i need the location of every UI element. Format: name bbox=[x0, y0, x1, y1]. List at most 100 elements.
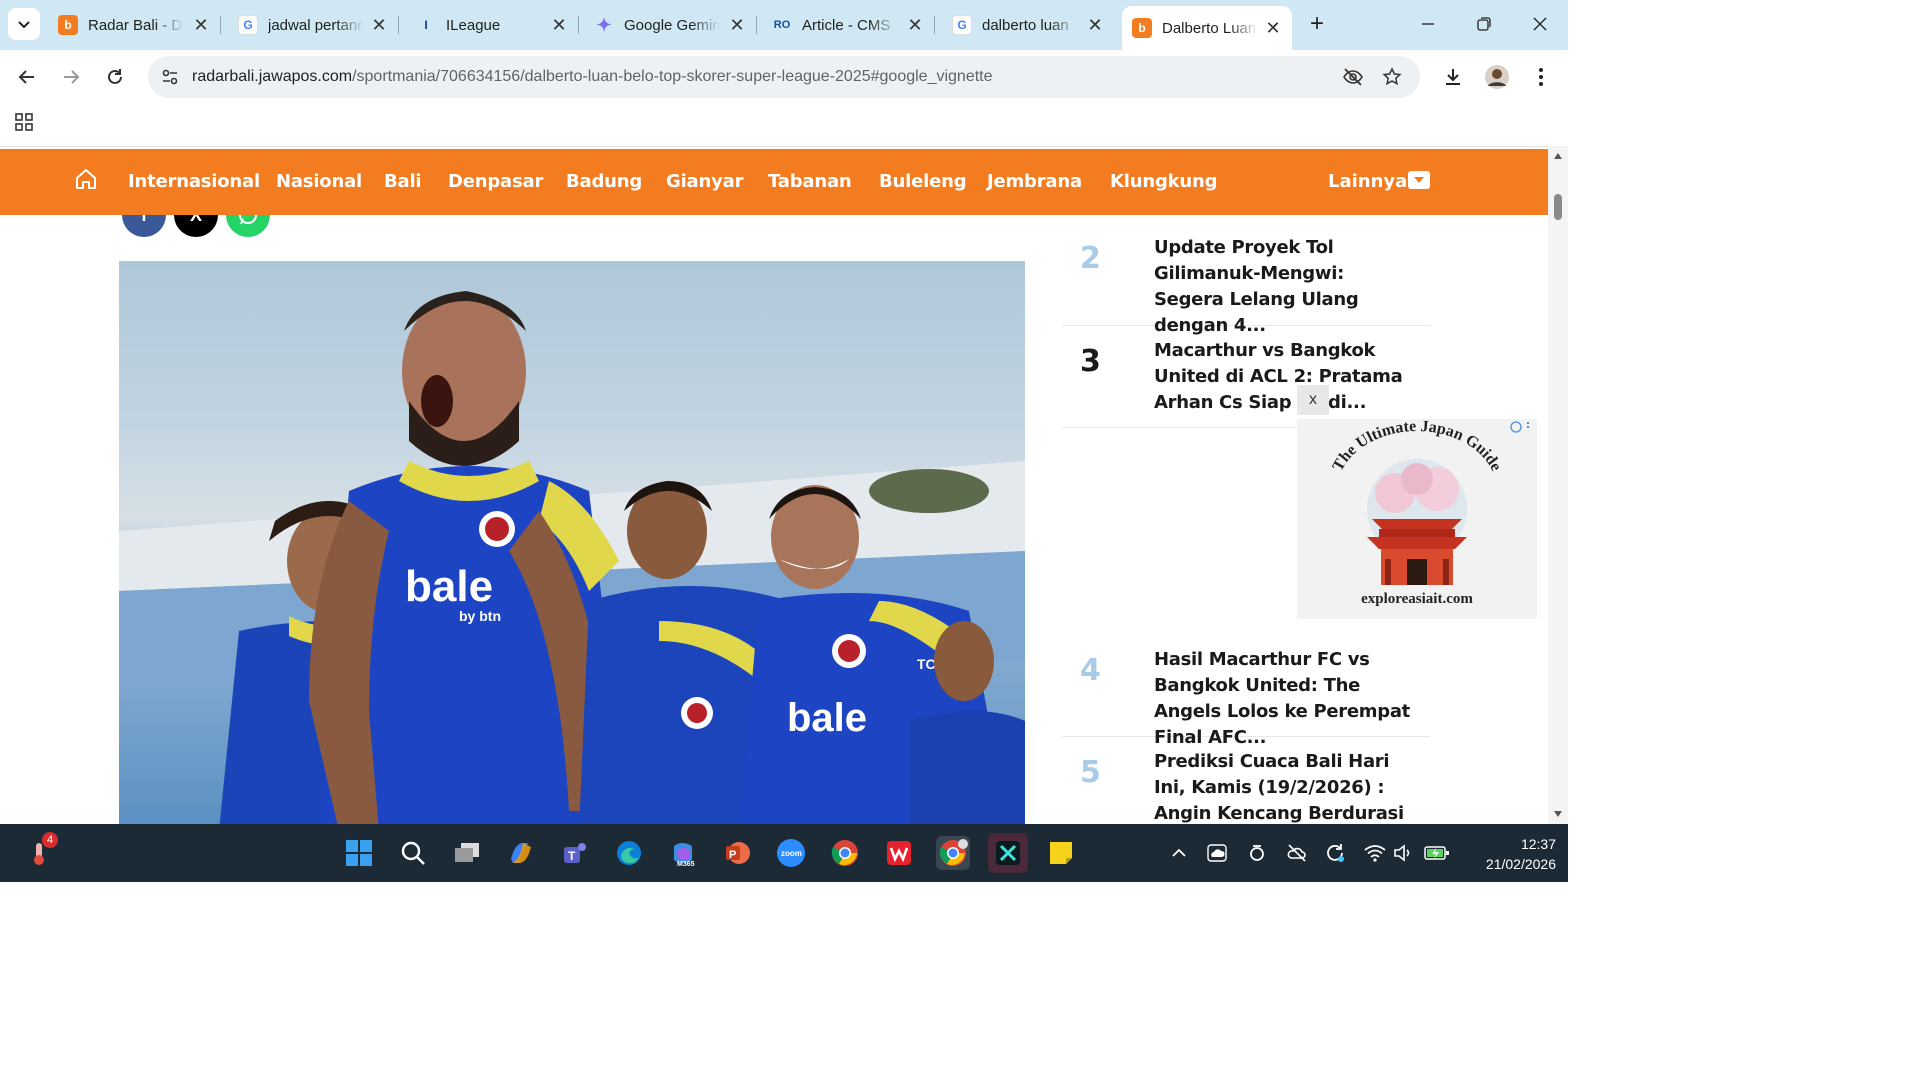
headline-link[interactable]: Macarthur vs Bangkok United di ACL 2: Pr… bbox=[1154, 338, 1412, 416]
restore-button[interactable] bbox=[1464, 8, 1504, 40]
svg-text:zoom: zoom bbox=[781, 849, 802, 858]
downloads-button[interactable] bbox=[1438, 62, 1468, 92]
mic-off-tray[interactable] bbox=[1286, 842, 1308, 864]
bookmark-star-button[interactable] bbox=[1377, 62, 1407, 92]
nav-item-badung[interactable]: Badung bbox=[566, 171, 642, 192]
zoom-app[interactable]: zoom bbox=[774, 836, 808, 870]
windows-taskbar: 4 T M365 P zoom 12:37 21/02/2026 bbox=[0, 824, 1568, 882]
app-logo-icon bbox=[996, 841, 1020, 865]
cms-icon: RO bbox=[773, 19, 791, 31]
headline-link[interactable]: Update Proyek Tol Gilimanuk-Mengwi: Sege… bbox=[1154, 235, 1412, 339]
wifi-tray[interactable] bbox=[1364, 842, 1386, 864]
tab-radar-bali[interactable]: b Radar Bali - D ✕ bbox=[48, 6, 221, 44]
scroll-thumb[interactable] bbox=[1554, 194, 1562, 220]
radar-bali-icon: b bbox=[1132, 18, 1152, 38]
address-bar[interactable]: radarbali.jawapos.com/sportmania/7066341… bbox=[148, 56, 1420, 98]
apps-grid-icon[interactable] bbox=[14, 112, 36, 134]
start-button[interactable] bbox=[342, 836, 376, 870]
tab-ileague[interactable]: I ILeague ✕ bbox=[406, 6, 579, 44]
task-view-button[interactable] bbox=[450, 836, 484, 870]
reload-button[interactable] bbox=[100, 62, 130, 92]
chrome-profile-app[interactable] bbox=[936, 836, 970, 870]
notification-badge: 4 bbox=[42, 832, 58, 848]
scroll-down-icon[interactable] bbox=[1553, 810, 1563, 818]
chrome-icon bbox=[939, 839, 968, 866]
advertisement[interactable]: The Ultimate Japan Guide exploreasiait.c… bbox=[1297, 418, 1537, 619]
tab-dalberto-search[interactable]: G dalberto luan ✕ bbox=[942, 6, 1114, 44]
volume-tray[interactable] bbox=[1392, 842, 1414, 864]
edge-app[interactable] bbox=[612, 836, 646, 870]
jersey-sponsor-text-2: bale bbox=[787, 696, 867, 740]
tab-gemini[interactable]: ✦ Google Gemin ✕ bbox=[584, 6, 757, 44]
ad-close-button[interactable]: x bbox=[1297, 385, 1329, 415]
taskbar-search-button[interactable] bbox=[396, 836, 430, 870]
close-window-button[interactable] bbox=[1520, 8, 1560, 40]
football-celebration-image: bale by btn bale TCT bbox=[119, 291, 1025, 824]
profile-avatar[interactable] bbox=[1482, 62, 1512, 92]
minimize-button[interactable] bbox=[1408, 8, 1448, 40]
close-icon[interactable]: ✕ bbox=[1086, 15, 1104, 36]
close-icon[interactable]: ✕ bbox=[728, 15, 746, 36]
close-icon[interactable]: ✕ bbox=[1264, 18, 1282, 39]
tab-search-button[interactable] bbox=[8, 8, 40, 40]
list-item[interactable]: 3 Macarthur vs Bangkok United di ACL 2: … bbox=[1062, 326, 1430, 428]
close-icon[interactable]: ✕ bbox=[370, 15, 388, 36]
nav-item-bali[interactable]: Bali bbox=[384, 171, 422, 192]
minimize-icon bbox=[1422, 23, 1434, 25]
copilot-app[interactable] bbox=[504, 836, 538, 870]
menu-button[interactable] bbox=[1526, 62, 1556, 92]
nav-item-klungkung[interactable]: Klungkung bbox=[1110, 171, 1218, 192]
chevron-down-icon bbox=[18, 21, 30, 29]
nav-item-buleleng[interactable]: Buleleng bbox=[879, 171, 967, 192]
tab-dalberto-active[interactable]: b Dalberto Luan ✕ bbox=[1122, 6, 1292, 50]
weather-widget[interactable]: 4 bbox=[22, 832, 58, 870]
new-tab-button[interactable]: + bbox=[1302, 9, 1332, 39]
close-icon[interactable]: ✕ bbox=[550, 15, 568, 36]
speaker-icon bbox=[1394, 844, 1410, 862]
nav-item-internasional[interactable]: Internasional bbox=[128, 171, 260, 192]
more-vertical-icon bbox=[1539, 68, 1543, 86]
ad-banner-image: The Ultimate Japan Guide exploreasiait.c… bbox=[1330, 418, 1529, 607]
restore-icon bbox=[1477, 17, 1491, 31]
nav-item-nasional[interactable]: Nasional bbox=[276, 171, 362, 192]
headline-link[interactable]: Prediksi Cuaca Bali Hari Ini, Kamis (19/… bbox=[1154, 749, 1412, 824]
back-button[interactable] bbox=[12, 62, 42, 92]
close-icon[interactable]: ✕ bbox=[906, 15, 924, 36]
system-clock[interactable]: 12:37 21/02/2026 bbox=[1460, 834, 1556, 874]
teams-app[interactable]: T bbox=[558, 836, 592, 870]
scroll-up-icon[interactable] bbox=[1553, 152, 1563, 160]
sticky-notes-app[interactable] bbox=[1044, 836, 1078, 870]
m365-app[interactable]: M365 bbox=[666, 836, 700, 870]
tracking-protection-button[interactable] bbox=[1338, 62, 1368, 92]
forward-button[interactable] bbox=[56, 62, 86, 92]
onedrive-tray[interactable] bbox=[1206, 842, 1228, 864]
nav-item-gianyar[interactable]: Gianyar bbox=[666, 171, 743, 192]
capcut-app[interactable] bbox=[988, 833, 1028, 873]
nav-item-denpasar[interactable]: Denpasar bbox=[448, 171, 543, 192]
battery-tray[interactable] bbox=[1424, 842, 1450, 864]
wps-app[interactable] bbox=[882, 836, 916, 870]
home-icon[interactable] bbox=[74, 167, 98, 191]
nav-item-tabanan[interactable]: Tabanan bbox=[768, 171, 852, 192]
chrome-app[interactable] bbox=[828, 836, 862, 870]
site-settings-icon[interactable] bbox=[156, 63, 184, 91]
nav-item-jembrana[interactable]: Jembrana bbox=[987, 171, 1082, 192]
list-item[interactable]: 2 Update Proyek Tol Gilimanuk-Mengwi: Se… bbox=[1062, 223, 1430, 336]
jersey-sponsor-subtext: by btn bbox=[459, 608, 501, 624]
dropdown-arrow-icon[interactable] bbox=[1408, 171, 1430, 189]
sync-tray[interactable] bbox=[1246, 842, 1268, 864]
powerpoint-app[interactable]: P bbox=[720, 836, 754, 870]
nav-more-label[interactable]: Lainnya bbox=[1328, 171, 1407, 192]
page-scrollbar[interactable] bbox=[1548, 146, 1568, 824]
update-tray[interactable] bbox=[1324, 842, 1346, 864]
tab-jadwal[interactable]: G jadwal pertand ✕ bbox=[228, 6, 399, 44]
close-icon[interactable]: ✕ bbox=[192, 15, 210, 36]
ad-info-icon[interactable] bbox=[1510, 421, 1522, 433]
close-icon bbox=[1533, 17, 1547, 31]
list-item[interactable]: 5 Prediksi Cuaca Bali Hari Ini, Kamis (1… bbox=[1062, 737, 1430, 824]
show-hidden-icons-button[interactable] bbox=[1168, 842, 1190, 864]
tab-article-cms[interactable]: RO Article - CMS ✕ bbox=[762, 6, 935, 44]
list-item[interactable]: 4 Hasil Macarthur FC vs Bangkok United: … bbox=[1062, 635, 1430, 748]
article-photo: bale by btn bale TCT bbox=[119, 261, 1025, 824]
headline-link[interactable]: Hasil Macarthur FC vs Bangkok United: Th… bbox=[1154, 647, 1412, 751]
